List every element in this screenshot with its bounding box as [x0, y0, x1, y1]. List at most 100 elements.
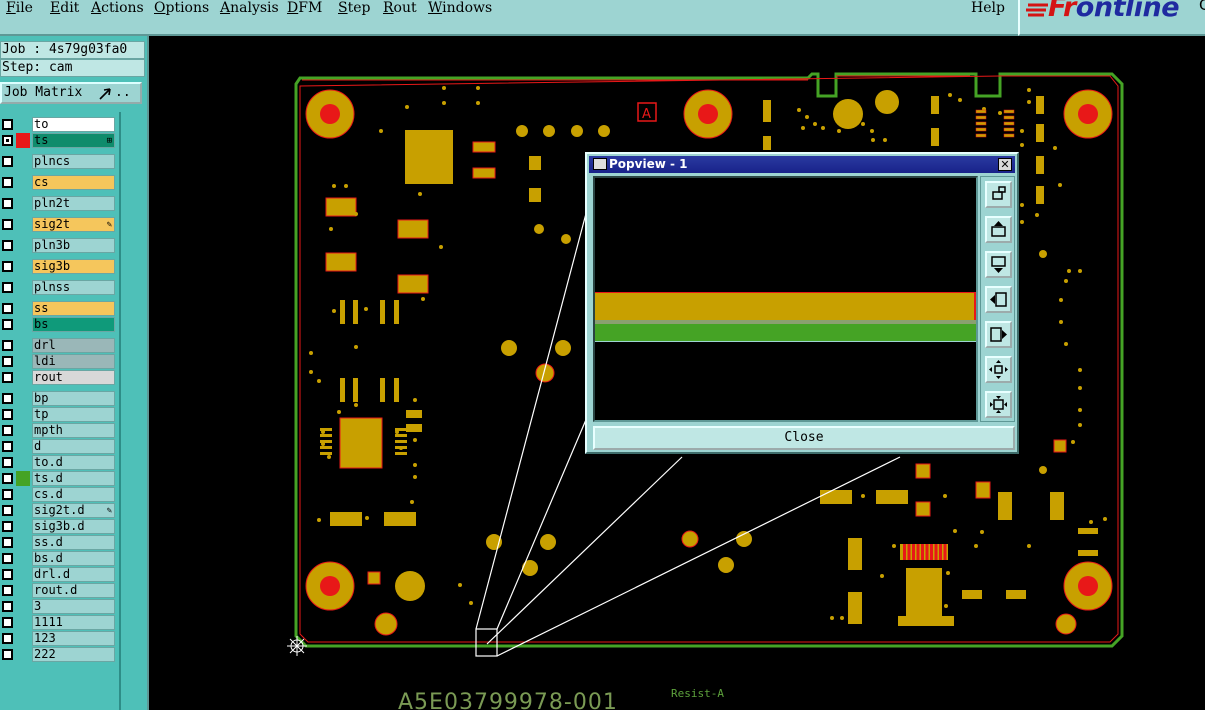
pan-right-button[interactable] — [985, 321, 1012, 348]
pan-up-button[interactable] — [985, 216, 1012, 243]
layer-checkbox[interactable] — [2, 261, 13, 272]
menu-rout[interactable]: Rout — [383, 0, 417, 18]
menu-file[interactable]: File — [6, 0, 33, 18]
menu-options[interactable]: Options — [154, 0, 209, 18]
menu-actions[interactable]: Actions — [91, 0, 144, 18]
layer-checkbox[interactable] — [2, 219, 13, 230]
layer-checkbox[interactable] — [2, 177, 13, 188]
layer-checkbox[interactable] — [2, 135, 13, 146]
zoom-in-button[interactable] — [985, 356, 1012, 383]
layer-checkbox[interactable] — [2, 569, 13, 580]
layer-row-rout-d[interactable]: rout.d — [0, 583, 121, 598]
layer-checkbox[interactable] — [2, 393, 13, 404]
layer-checkbox[interactable] — [2, 521, 13, 532]
layer-checkbox[interactable] — [2, 198, 13, 209]
layer-row-ss[interactable]: ss — [0, 301, 121, 316]
layer-checkbox[interactable] — [2, 119, 13, 130]
job-matrix-button[interactable]: Job Matrix .. — [0, 82, 142, 104]
logo-text: Frontline — [1048, 0, 1180, 23]
layer-checkbox[interactable] — [2, 240, 13, 251]
menu-help[interactable]: Help — [971, 0, 1005, 18]
layer-checkbox[interactable] — [2, 473, 13, 484]
layer-row-to-d[interactable]: to.d — [0, 455, 121, 470]
pad-dot — [332, 184, 336, 188]
layer-checkbox[interactable] — [2, 457, 13, 468]
layer-checkbox[interactable] — [2, 303, 13, 314]
layer-checkbox[interactable] — [2, 553, 13, 564]
frontline-logo: Frontline G — [1018, 0, 1205, 36]
layer-row-ss-d[interactable]: ss.d — [0, 535, 121, 550]
layer-checkbox[interactable] — [2, 156, 13, 167]
connector-pad — [1003, 109, 1015, 114]
menu-windows[interactable]: Windows — [428, 0, 492, 18]
layer-row-rout[interactable]: rout — [0, 370, 121, 385]
layer-row-222[interactable]: 222 — [0, 647, 121, 662]
popview-titlebar[interactable]: Popview - 1 ✕ — [589, 156, 1015, 173]
layer-row-plnss[interactable]: plnss — [0, 280, 121, 295]
pan-left-button[interactable] — [985, 286, 1012, 313]
layer-checkbox[interactable] — [2, 409, 13, 420]
layer-row-mpth[interactable]: mpth — [0, 423, 121, 438]
pan-down-button[interactable] — [985, 251, 1012, 278]
close-button[interactable]: Close — [593, 426, 1015, 450]
layer-row-pln2t[interactable]: pln2t — [0, 196, 121, 211]
layer-checkbox[interactable] — [2, 601, 13, 612]
layer-row-pln3b[interactable]: pln3b — [0, 238, 121, 253]
pad-dot — [1027, 100, 1031, 104]
layer-row-d[interactable]: d — [0, 439, 121, 454]
menu-analysis[interactable]: Analysis — [220, 0, 279, 18]
layer-row-cs[interactable]: cs — [0, 175, 121, 190]
layer-checkbox[interactable] — [2, 617, 13, 628]
zoom-out-button[interactable] — [985, 391, 1012, 418]
layer-checkbox[interactable] — [2, 425, 13, 436]
close-icon[interactable]: ✕ — [998, 158, 1012, 171]
layer-name: cs — [32, 175, 115, 190]
layer-row-plncs[interactable]: plncs — [0, 154, 121, 169]
layer-row-sig2t-d[interactable]: sig2t.d ✎ — [0, 503, 121, 518]
layer-row-drl[interactable]: drl — [0, 338, 121, 353]
layer-mark-icon: ⊞ — [106, 136, 112, 146]
layer-row-1111[interactable]: 1111 — [0, 615, 121, 630]
layer-checkbox[interactable] — [2, 441, 13, 452]
menu-dfm[interactable]: DFM — [287, 0, 322, 18]
menu-edit[interactable]: Edit — [50, 0, 79, 18]
pad-dot — [1059, 320, 1063, 324]
layer-row-tp[interactable]: tp — [0, 407, 121, 422]
logo-superscript: G — [1199, 0, 1205, 14]
layer-row-sig3b-d[interactable]: sig3b.d — [0, 519, 121, 534]
layer-row-bs[interactable]: bs — [0, 317, 121, 332]
ic-fine-pad — [939, 544, 942, 560]
layer-checkbox[interactable] — [2, 356, 13, 367]
layer-row-ts[interactable]: ts ⊞ — [0, 133, 121, 148]
layer-checkbox[interactable] — [2, 319, 13, 330]
zoom-home-button[interactable] — [985, 181, 1012, 208]
menu-label: indows — [442, 0, 493, 16]
layer-checkbox[interactable] — [2, 505, 13, 516]
layer-checkbox[interactable] — [2, 585, 13, 596]
menu-step[interactable]: Step — [338, 0, 370, 18]
layer-row-sig2t[interactable]: sig2t ✎ — [0, 217, 121, 232]
layer-row-ts-d[interactable]: ts.d — [0, 471, 121, 486]
layer-row-ldi[interactable]: ldi — [0, 354, 121, 369]
layer-checkbox[interactable] — [2, 372, 13, 383]
layer-checkbox[interactable] — [2, 649, 13, 660]
layer-row-to[interactable]: to — [0, 117, 121, 132]
zoom-home-icon — [992, 186, 1006, 200]
layer-checkbox[interactable] — [2, 633, 13, 644]
layer-checkbox[interactable] — [2, 282, 13, 293]
layer-row-123[interactable]: 123 — [0, 631, 121, 646]
pad-dot — [1078, 408, 1082, 412]
layer-row-drl-d[interactable]: drl.d — [0, 567, 121, 582]
layer-row-sig3b[interactable]: sig3b — [0, 259, 121, 274]
popview-canvas[interactable] — [593, 176, 978, 422]
layer-checkbox[interactable] — [2, 537, 13, 548]
pad-dot — [1078, 368, 1082, 372]
layer-checkbox[interactable] — [2, 489, 13, 500]
layer-row-3[interactable]: 3 — [0, 599, 121, 614]
layer-row-bs-d[interactable]: bs.d — [0, 551, 121, 566]
layer-row-cs-d[interactable]: cs.d — [0, 487, 121, 502]
layer-checkbox[interactable] — [2, 340, 13, 351]
layer-row-bp[interactable]: bp — [0, 391, 121, 406]
pin-label: A — [642, 107, 651, 122]
ic-fine-pad — [912, 544, 915, 560]
